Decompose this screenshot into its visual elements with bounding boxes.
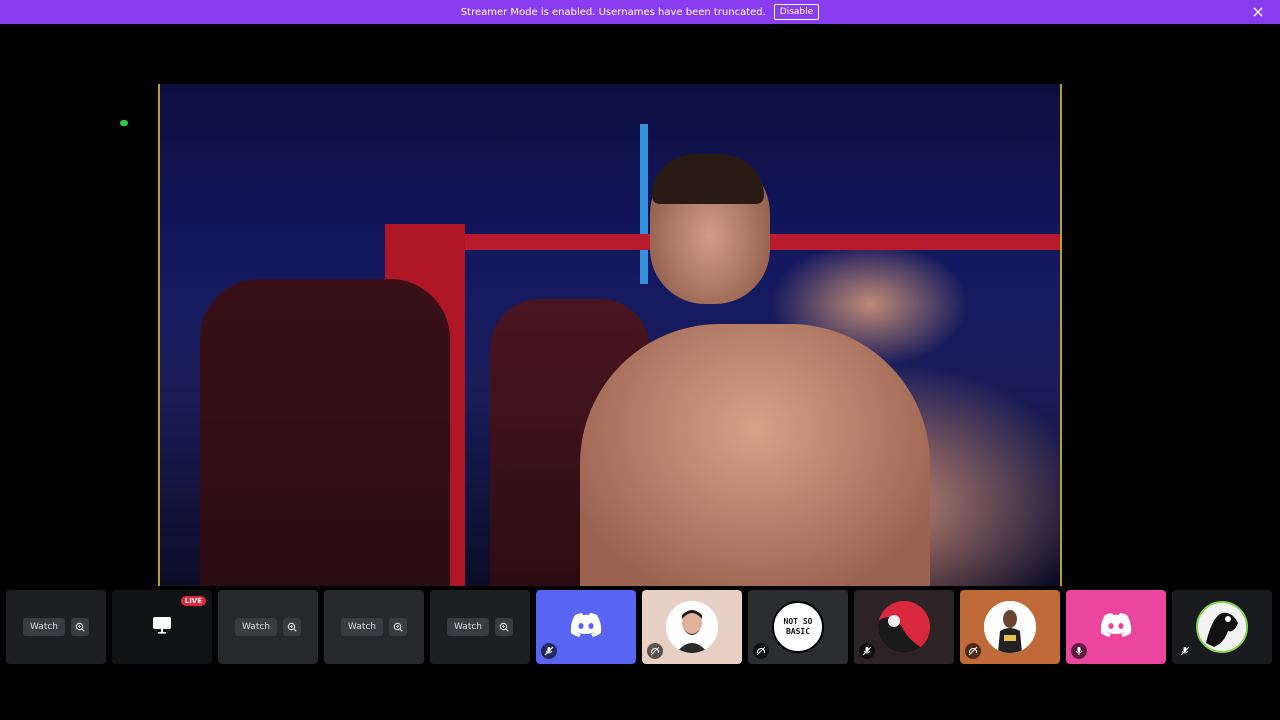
video-scene-fighter-hair [652,154,764,204]
participant-tile[interactable] [536,590,636,664]
screen-share-icon [152,616,172,638]
discord-logo-icon [1099,612,1133,642]
avatar [1196,601,1248,653]
avatar-text-line: NOT SO [783,617,813,626]
participant-tile[interactable] [854,590,954,664]
avatar [666,601,718,653]
headphones-muted-icon [753,643,769,659]
participant-tile[interactable] [1066,590,1166,664]
avatar-text-line: BASIC [785,627,811,636]
participant-tile[interactable] [642,590,742,664]
disable-streamer-mode-button[interactable]: Disable [773,4,820,20]
own-stream-tile[interactable]: LIVE [112,590,212,664]
participant-tile[interactable] [1172,590,1272,664]
watch-stream-button[interactable]: Watch [340,618,384,636]
close-icon[interactable] [1250,4,1266,20]
video-scene-light [640,124,648,284]
watch-stream-button[interactable]: Watch [446,618,490,636]
popout-icon[interactable] [71,618,90,636]
video-scene-fighter-body [580,324,930,586]
video-scene-person [200,279,450,586]
stream-tile[interactable]: Watch [218,590,318,664]
stream-tile[interactable]: Watch [430,590,530,664]
popout-icon[interactable] [283,618,302,636]
avatar [878,601,930,653]
popout-icon[interactable] [389,618,408,636]
avatar: NOT SO BASIC [772,601,824,653]
streamer-mode-banner: Streamer Mode is enabled. Usernames have… [0,0,1280,24]
participant-tile[interactable]: NOT SO BASIC [748,590,848,664]
mic-muted-icon [859,643,875,659]
mic-muted-icon [541,643,557,659]
discord-logo-icon [569,612,603,642]
avatar [984,601,1036,653]
mic-icon [1071,643,1087,659]
participant-strip: Watch LIVE Watch Watch Watch NOT SO BASI… [0,590,1280,670]
focused-stream-video[interactable] [158,84,1062,586]
live-badge: LIVE [180,596,206,606]
participant-tile[interactable] [960,590,1060,664]
headphones-muted-icon [647,643,663,659]
watch-stream-button[interactable]: Watch [234,618,278,636]
headphones-muted-icon [965,643,981,659]
stream-tile[interactable]: Watch [6,590,106,664]
streamer-mode-message: Streamer Mode is enabled. Usernames have… [460,6,766,18]
stream-tile[interactable]: Watch [324,590,424,664]
speaking-indicator-icon [120,120,128,126]
popout-icon[interactable] [495,618,514,636]
mic-icon [1177,643,1193,659]
watch-stream-button[interactable]: Watch [22,618,66,636]
